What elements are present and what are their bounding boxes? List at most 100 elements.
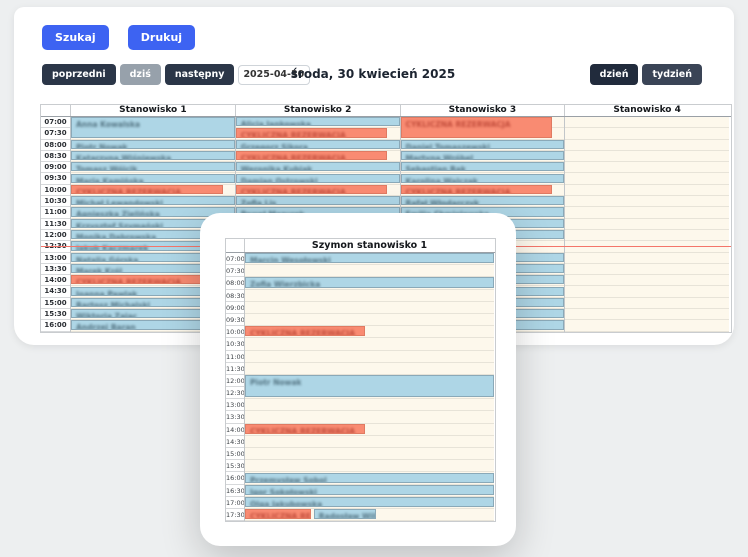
- booking-block[interactable]: Radosław Wilk: [314, 509, 377, 519]
- empty-slot[interactable]: [245, 314, 494, 326]
- booking-block[interactable]: Grzegorz Sikora: [236, 140, 400, 149]
- event-label: Alicja Jankowska: [237, 118, 399, 126]
- empty-slot[interactable]: [565, 286, 729, 297]
- event-label: Radosław Wilk: [315, 510, 376, 519]
- event-label: CYKLICZNA REZERWACJA: [237, 129, 387, 137]
- event-label: Anna Kowalska: [72, 118, 234, 129]
- empty-slot[interactable]: [245, 265, 494, 277]
- time-label: 15:00: [41, 298, 70, 309]
- recurring-reservation-block[interactable]: CYKLICZNA REZERWACJA: [245, 509, 311, 519]
- event-label: Igor Sokołowski: [246, 486, 493, 495]
- header-time-stub: [41, 105, 70, 116]
- time-label: 11:30: [226, 363, 244, 375]
- empty-slot[interactable]: [245, 351, 494, 363]
- empty-slot[interactable]: [245, 363, 494, 375]
- booking-block[interactable]: Igor Sokołowski: [245, 485, 494, 495]
- empty-slot[interactable]: [565, 117, 729, 128]
- recurring-reservation-block[interactable]: CYKLICZNA REZERWACJA: [401, 117, 553, 138]
- empty-slot[interactable]: [565, 298, 729, 309]
- time-label: 09:30: [41, 173, 70, 184]
- time-label: 10:30: [41, 196, 70, 207]
- booking-block[interactable]: Daniel Tomaszewski: [401, 140, 565, 149]
- time-label: 07:00: [226, 253, 244, 265]
- empty-slot[interactable]: [565, 151, 729, 162]
- empty-slot[interactable]: [565, 309, 729, 320]
- booking-block[interactable]: Marcin Wesołowski: [245, 253, 494, 263]
- time-column: 07:0007:3008:0008:3009:0009:3010:0010:30…: [226, 253, 244, 521]
- booking-block[interactable]: Anna Kowalska: [71, 117, 235, 138]
- event-label: Katarzyna Wiśniewska: [72, 152, 234, 160]
- event-label: CYKLICZNA REZERWACJA: [237, 186, 387, 194]
- empty-slot[interactable]: [565, 230, 729, 241]
- empty-slot[interactable]: [565, 219, 729, 230]
- time-label: 12:30: [226, 387, 244, 399]
- empty-slot[interactable]: [245, 290, 494, 302]
- time-label: 10:00: [226, 326, 244, 338]
- recurring-reservation-block[interactable]: CYKLICZNA REZERWACJA: [71, 185, 223, 194]
- schedule-header-row: Szymon stanowisko 1: [226, 239, 495, 253]
- booking-block[interactable]: Weronika Kubiak: [236, 162, 400, 171]
- recurring-reservation-block[interactable]: CYKLICZNA REZERWACJA: [245, 326, 365, 336]
- empty-slot[interactable]: [245, 448, 494, 460]
- time-label: 15:00: [226, 448, 244, 460]
- recurring-reservation-block[interactable]: CYKLICZNA REZERWACJA: [236, 151, 388, 160]
- recurring-reservation-block[interactable]: CYKLICZNA REZERWACJA: [245, 424, 365, 434]
- booking-block[interactable]: Sebastian Bąk: [401, 162, 565, 171]
- booking-block[interactable]: Przemysław Sobol: [245, 473, 494, 483]
- empty-slot[interactable]: [245, 460, 494, 472]
- column-header: Stanowisko 2: [235, 105, 400, 116]
- recurring-reservation-block[interactable]: CYKLICZNA REZERWACJA: [236, 128, 388, 137]
- empty-slot[interactable]: [245, 399, 494, 411]
- empty-slot[interactable]: [565, 162, 729, 173]
- booking-block[interactable]: Karolina Walczak: [401, 174, 565, 183]
- booking-block[interactable]: Piotr Nowak: [245, 375, 494, 397]
- empty-slot[interactable]: [245, 436, 494, 448]
- toolbar: Szukaj Drukuj: [42, 25, 209, 50]
- empty-slot[interactable]: [245, 411, 494, 423]
- empty-slot[interactable]: [565, 173, 729, 184]
- empty-slot[interactable]: [565, 185, 729, 196]
- time-label: 07:30: [41, 128, 70, 139]
- booking-block[interactable]: Tomasz Wójcik: [71, 162, 235, 171]
- day-view-button[interactable]: dzień: [590, 64, 639, 85]
- booking-block[interactable]: Zofia Lis: [236, 196, 400, 205]
- schedule-column: [564, 117, 729, 332]
- time-label: 11:30: [41, 219, 70, 230]
- print-button[interactable]: Drukuj: [128, 25, 195, 50]
- recurring-reservation-block[interactable]: CYKLICZNA REZERWACJA: [236, 185, 388, 194]
- empty-slot[interactable]: [565, 196, 729, 207]
- time-label: 08:30: [226, 290, 244, 302]
- week-view-button[interactable]: tydzień: [642, 64, 702, 85]
- event-label: Damian Ostrowski: [237, 175, 399, 183]
- empty-slot[interactable]: [245, 302, 494, 314]
- time-label: 17:30: [226, 509, 244, 521]
- event-label: Martyna Wróbel: [402, 152, 564, 160]
- recurring-reservation-block[interactable]: CYKLICZNA REZERWACJA: [401, 185, 553, 194]
- booking-block[interactable]: Olga Jakubowska: [245, 497, 494, 507]
- booking-block[interactable]: Maria Kamińska: [71, 174, 235, 183]
- time-label: 10:00: [41, 185, 70, 196]
- booking-block[interactable]: Rafał Włodarczyk: [401, 196, 565, 205]
- column-header: Stanowisko 3: [400, 105, 565, 116]
- booking-block[interactable]: Martyna Wróbel: [401, 151, 565, 160]
- empty-slot[interactable]: [565, 275, 729, 286]
- empty-slot[interactable]: [565, 140, 729, 151]
- empty-slot[interactable]: [565, 264, 729, 275]
- empty-slot[interactable]: [565, 320, 729, 331]
- search-button[interactable]: Szukaj: [42, 25, 109, 50]
- booking-block[interactable]: Zofia Wierzbicka: [245, 277, 494, 287]
- booking-block[interactable]: Damian Ostrowski: [236, 174, 400, 183]
- booking-block[interactable]: Piotr Nowak: [71, 140, 235, 149]
- empty-slot[interactable]: [565, 207, 729, 218]
- empty-slot[interactable]: [565, 128, 729, 139]
- booking-block[interactable]: Katarzyna Wiśniewska: [71, 151, 235, 160]
- time-label: 08:30: [41, 151, 70, 162]
- event-label: Zofia Wierzbicka: [246, 278, 493, 287]
- booking-block[interactable]: Alicja Jankowska: [236, 117, 400, 126]
- time-label: 12:00: [41, 230, 70, 241]
- empty-slot[interactable]: [565, 253, 729, 264]
- event-label: Karolina Walczak: [402, 175, 564, 183]
- booking-block[interactable]: Michał Lewandowski: [71, 196, 235, 205]
- time-label: 08:00: [226, 277, 244, 289]
- empty-slot[interactable]: [245, 338, 494, 350]
